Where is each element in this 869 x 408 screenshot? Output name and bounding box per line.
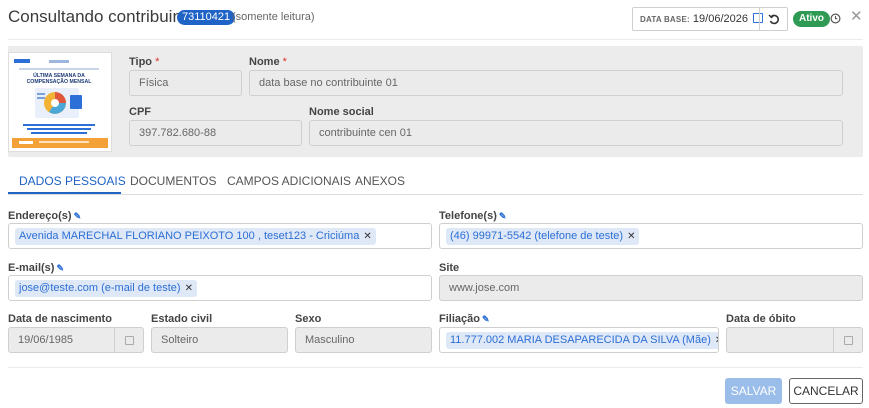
- tipo-field[interactable]: Física: [129, 70, 242, 96]
- nascimento-field[interactable]: 19/06/1985: [8, 327, 115, 353]
- nome-social-field[interactable]: contribuinte cen 01: [309, 120, 843, 146]
- tab-anexos[interactable]: ANEXOS: [355, 174, 405, 188]
- endereco-chip: Avenida MARECHAL FLORIANO PEIXOTO 100 , …: [15, 228, 376, 245]
- undo-icon: [768, 14, 779, 25]
- tab-dados-pessoais[interactable]: DADOS PESSOAIS: [19, 174, 126, 188]
- readonly-note: (somente leitura): [232, 11, 315, 23]
- sexo-field[interactable]: Masculino: [295, 327, 432, 353]
- edit-pencil-icon[interactable]: ✎: [482, 314, 490, 324]
- obito-field[interactable]: [726, 327, 834, 353]
- required-asterisk: *: [155, 56, 160, 68]
- filiacao-label: Filiação ✎: [439, 313, 490, 325]
- remove-chip-icon[interactable]: ✕: [715, 335, 718, 346]
- nascimento-calendar-button[interactable]: [114, 327, 144, 353]
- estado-civil-field[interactable]: Solteiro: [151, 327, 288, 353]
- email-chip: jose@teste.com (e-mail de teste) ✕: [15, 280, 197, 297]
- calendar-icon: [124, 335, 134, 345]
- remove-chip-icon[interactable]: ✕: [627, 231, 635, 242]
- emails-field[interactable]: jose@teste.com (e-mail de teste) ✕: [8, 275, 432, 301]
- edit-pencil-icon[interactable]: ✎: [74, 211, 82, 221]
- required-asterisk: *: [282, 56, 287, 68]
- sexo-label: Sexo: [295, 313, 322, 325]
- page-title: Consultando contribuinte: [8, 7, 197, 26]
- emails-label: E-mail(s) ✎: [8, 262, 65, 274]
- enderecos-field[interactable]: Avenida MARECHAL FLORIANO PEIXOTO 100 , …: [8, 223, 432, 249]
- nascimento-label: Data de nascimento: [8, 313, 112, 325]
- cpf-field[interactable]: 397.782.680-88: [129, 120, 302, 146]
- telefones-field[interactable]: (46) 99971-5542 (telefone de teste) ✕: [439, 223, 863, 249]
- nome-field[interactable]: data base no contribuinte 01: [249, 70, 843, 96]
- data-base-value: 19/06/2026: [692, 13, 748, 25]
- obito-label: Data de óbito: [726, 313, 796, 325]
- telefone-chip: (46) 99971-5542 (telefone de teste) ✕: [446, 228, 640, 245]
- calendar-icon: [843, 335, 853, 345]
- active-tab-underline: [8, 192, 121, 194]
- id-badge: 73110421: [177, 10, 236, 25]
- remove-chip-icon[interactable]: ✕: [363, 231, 371, 242]
- status-badge: Ativo: [793, 11, 830, 27]
- filiacao-field[interactable]: 11.777.002 MARIA DESAPARECIDA DA SILVA (…: [439, 327, 719, 353]
- save-button[interactable]: SALVAR: [725, 378, 782, 404]
- remove-chip-icon[interactable]: ✕: [185, 283, 193, 294]
- close-icon[interactable]: ✕: [850, 9, 863, 24]
- profile-thumbnail[interactable]: ÚLTIMA SEMANA DA COMPENSAÇÃO MENSAL: [8, 52, 112, 152]
- footer-divider: [8, 367, 863, 368]
- nome-social-label: Nome social: [309, 106, 374, 118]
- edit-pencil-icon[interactable]: ✎: [56, 263, 64, 273]
- enderecos-label: Endereço(s) ✎: [8, 210, 82, 222]
- cpf-label: CPF: [129, 106, 151, 118]
- telefones-label: Telefone(s) ✎: [439, 210, 507, 222]
- edit-pencil-icon[interactable]: ✎: [499, 211, 507, 221]
- tipo-label: Tipo *: [129, 56, 160, 68]
- tabs-divider: [8, 194, 863, 195]
- tab-campos-adicionais[interactable]: CAMPOS ADICIONAIS: [227, 174, 351, 188]
- obito-calendar-button[interactable]: [833, 327, 863, 353]
- nome-label: Nome *: [249, 56, 287, 68]
- filiacao-chip: 11.777.002 MARIA DESAPARECIDA DA SILVA (…: [446, 332, 718, 349]
- header-divider: [8, 39, 863, 40]
- site-label: Site: [439, 262, 460, 274]
- estado-civil-label: Estado civil: [151, 313, 213, 325]
- history-icon[interactable]: [830, 13, 841, 24]
- tab-documentos[interactable]: DOCUMENTOS: [130, 174, 216, 188]
- thumbnail-text-1: ÚLTIMA SEMANA DA: [33, 72, 85, 79]
- thumbnail-image: ÚLTIMA SEMANA DA COMPENSAÇÃO MENSAL: [12, 59, 108, 148]
- cancel-button[interactable]: CANCELAR: [789, 378, 863, 404]
- thumbnail-text-2: COMPENSAÇÃO MENSAL: [27, 78, 93, 85]
- data-base-picker[interactable]: DATA BASE: 19/06/2026: [632, 7, 764, 31]
- data-base-label: DATA BASE:: [640, 15, 690, 24]
- reset-date-button[interactable]: [759, 7, 788, 31]
- site-field[interactable]: www.jose.com: [439, 275, 863, 301]
